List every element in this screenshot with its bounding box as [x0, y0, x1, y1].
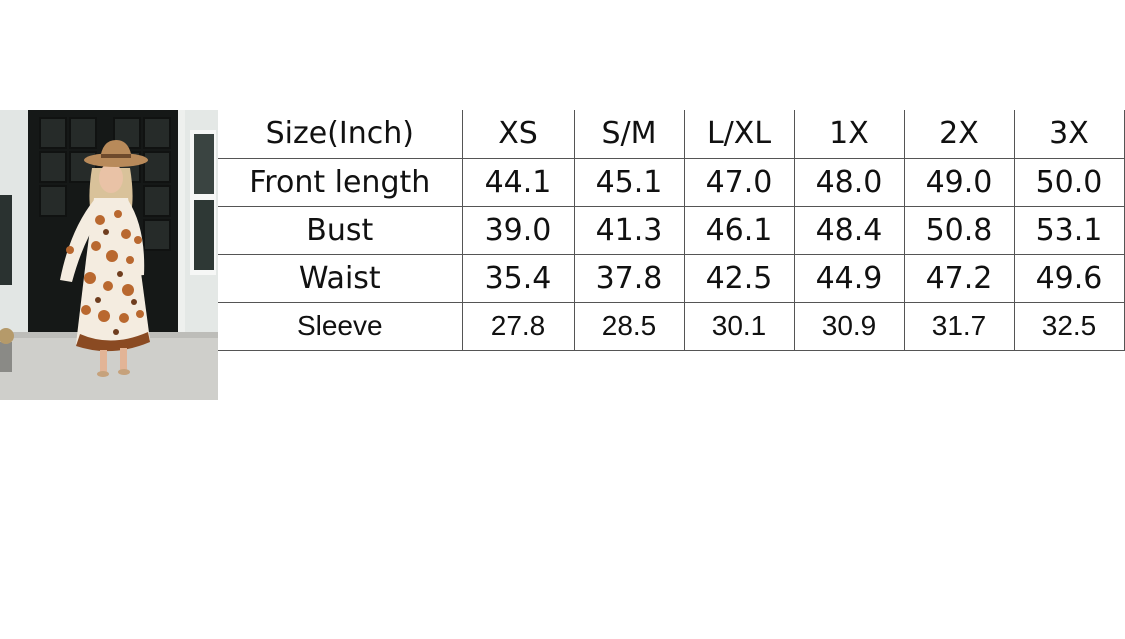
table-cell: 48.4: [793, 205, 905, 255]
table-cell: 35.4: [461, 253, 575, 303]
header-cell: XS: [461, 110, 575, 159]
table-cell: 42.5: [683, 253, 795, 303]
table-cell: 27.8: [461, 301, 575, 351]
size-chart-header-row: Size(Inch) XS S/M L/XL 1X 2X 3X: [218, 110, 1125, 159]
table-cell: 30.1: [683, 301, 795, 351]
table-cell: 50.8: [903, 205, 1015, 255]
table-row: Sleeve 27.8 28.5 30.1 30.9 31.7 32.5: [218, 301, 1125, 351]
table-cell: 44.1: [461, 157, 575, 207]
table-cell: 48.0: [793, 157, 905, 207]
table-row: Bust 39.0 41.3 46.1 48.4 50.8 53.1: [218, 205, 1125, 255]
header-cell: L/XL: [683, 110, 795, 159]
product-photo: [0, 110, 218, 400]
table-cell: 39.0: [461, 205, 575, 255]
table-cell: 49.6: [1013, 253, 1125, 303]
table-cell: 44.9: [793, 253, 905, 303]
row-label: Waist: [218, 253, 463, 303]
row-label: Sleeve: [218, 301, 463, 351]
row-label: Bust: [218, 205, 463, 255]
header-cell: 1X: [793, 110, 905, 159]
row-label: Front length: [218, 157, 463, 207]
header-cell: S/M: [573, 110, 685, 159]
table-cell: 53.1: [1013, 205, 1125, 255]
table-row: Front length 44.1 45.1 47.0 48.0 49.0 50…: [218, 157, 1125, 207]
table-cell: 49.0: [903, 157, 1015, 207]
table-cell: 37.8: [573, 253, 685, 303]
header-cell: Size(Inch): [218, 110, 463, 159]
table-cell: 47.2: [903, 253, 1015, 303]
table-cell: 47.0: [683, 157, 795, 207]
size-chart-table: Size(Inch) XS S/M L/XL 1X 2X 3X Front le…: [218, 110, 1125, 351]
table-cell: 41.3: [573, 205, 685, 255]
table-cell: 50.0: [1013, 157, 1125, 207]
table-cell: 31.7: [903, 301, 1015, 351]
table-cell: 30.9: [793, 301, 905, 351]
header-cell: 3X: [1013, 110, 1125, 159]
table-cell: 32.5: [1013, 301, 1125, 351]
table-cell: 28.5: [573, 301, 685, 351]
table-row: Waist 35.4 37.8 42.5 44.9 47.2 49.6: [218, 253, 1125, 303]
header-cell: 2X: [903, 110, 1015, 159]
table-cell: 46.1: [683, 205, 795, 255]
table-cell: 45.1: [573, 157, 685, 207]
